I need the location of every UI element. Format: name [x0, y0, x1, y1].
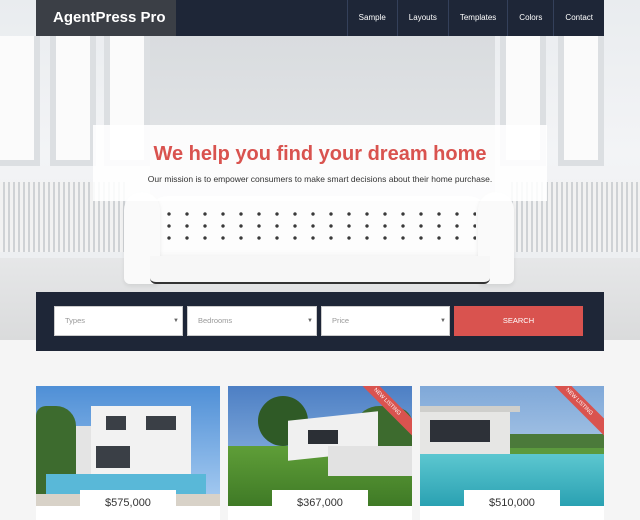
- chevron-down-icon: ▼: [173, 318, 179, 324]
- hero-window: [558, 36, 604, 166]
- listing-price: $575,000: [80, 490, 176, 516]
- hero-subtitle: Our mission is to empower consumers to m…: [147, 174, 493, 184]
- hero-window: [50, 36, 96, 166]
- hero-text-box: We help you find your dream home Our mis…: [93, 125, 547, 201]
- types-select-label: Types: [65, 316, 86, 325]
- listing-price: $510,000: [464, 490, 560, 516]
- nav-item-layouts[interactable]: Layouts: [396, 0, 448, 36]
- chevron-down-icon: ▼: [307, 318, 313, 324]
- nav-item-sample[interactable]: Sample: [346, 0, 397, 36]
- listing-price: $367,000: [272, 490, 368, 516]
- search-button[interactable]: SEARCH: [454, 306, 583, 336]
- price-select[interactable]: Price ▼: [321, 306, 450, 336]
- main-nav: Sample Layouts Templates Colors Contact: [346, 0, 604, 36]
- chevron-down-icon: ▼: [440, 318, 446, 324]
- sofa-tufting: [160, 208, 476, 248]
- listing-card[interactable]: $575,000: [36, 386, 220, 520]
- listing-card[interactable]: NEW LISTING $367,000: [228, 386, 412, 520]
- hero-window: [0, 36, 40, 166]
- sofa-seat: [150, 256, 490, 284]
- nav-item-contact[interactable]: Contact: [553, 0, 604, 36]
- hero-title: We help you find your dream home: [153, 143, 487, 165]
- site-header: AgentPress Pro Sample Layouts Templates …: [36, 0, 604, 36]
- listing-photo[interactable]: [36, 386, 220, 506]
- nav-item-colors[interactable]: Colors: [507, 0, 553, 36]
- price-select-label: Price: [332, 316, 350, 325]
- listing-card[interactable]: NEW LISTING $510,000: [420, 386, 604, 520]
- bedrooms-select-label: Bedrooms: [198, 316, 233, 325]
- nav-item-templates[interactable]: Templates: [447, 0, 507, 36]
- property-search-bar: Types ▼ Bedrooms ▼ Price ▼ SEARCH: [36, 292, 604, 351]
- site-logo[interactable]: AgentPress Pro: [36, 0, 176, 36]
- bedrooms-select[interactable]: Bedrooms ▼: [187, 306, 317, 336]
- types-select[interactable]: Types ▼: [54, 306, 183, 336]
